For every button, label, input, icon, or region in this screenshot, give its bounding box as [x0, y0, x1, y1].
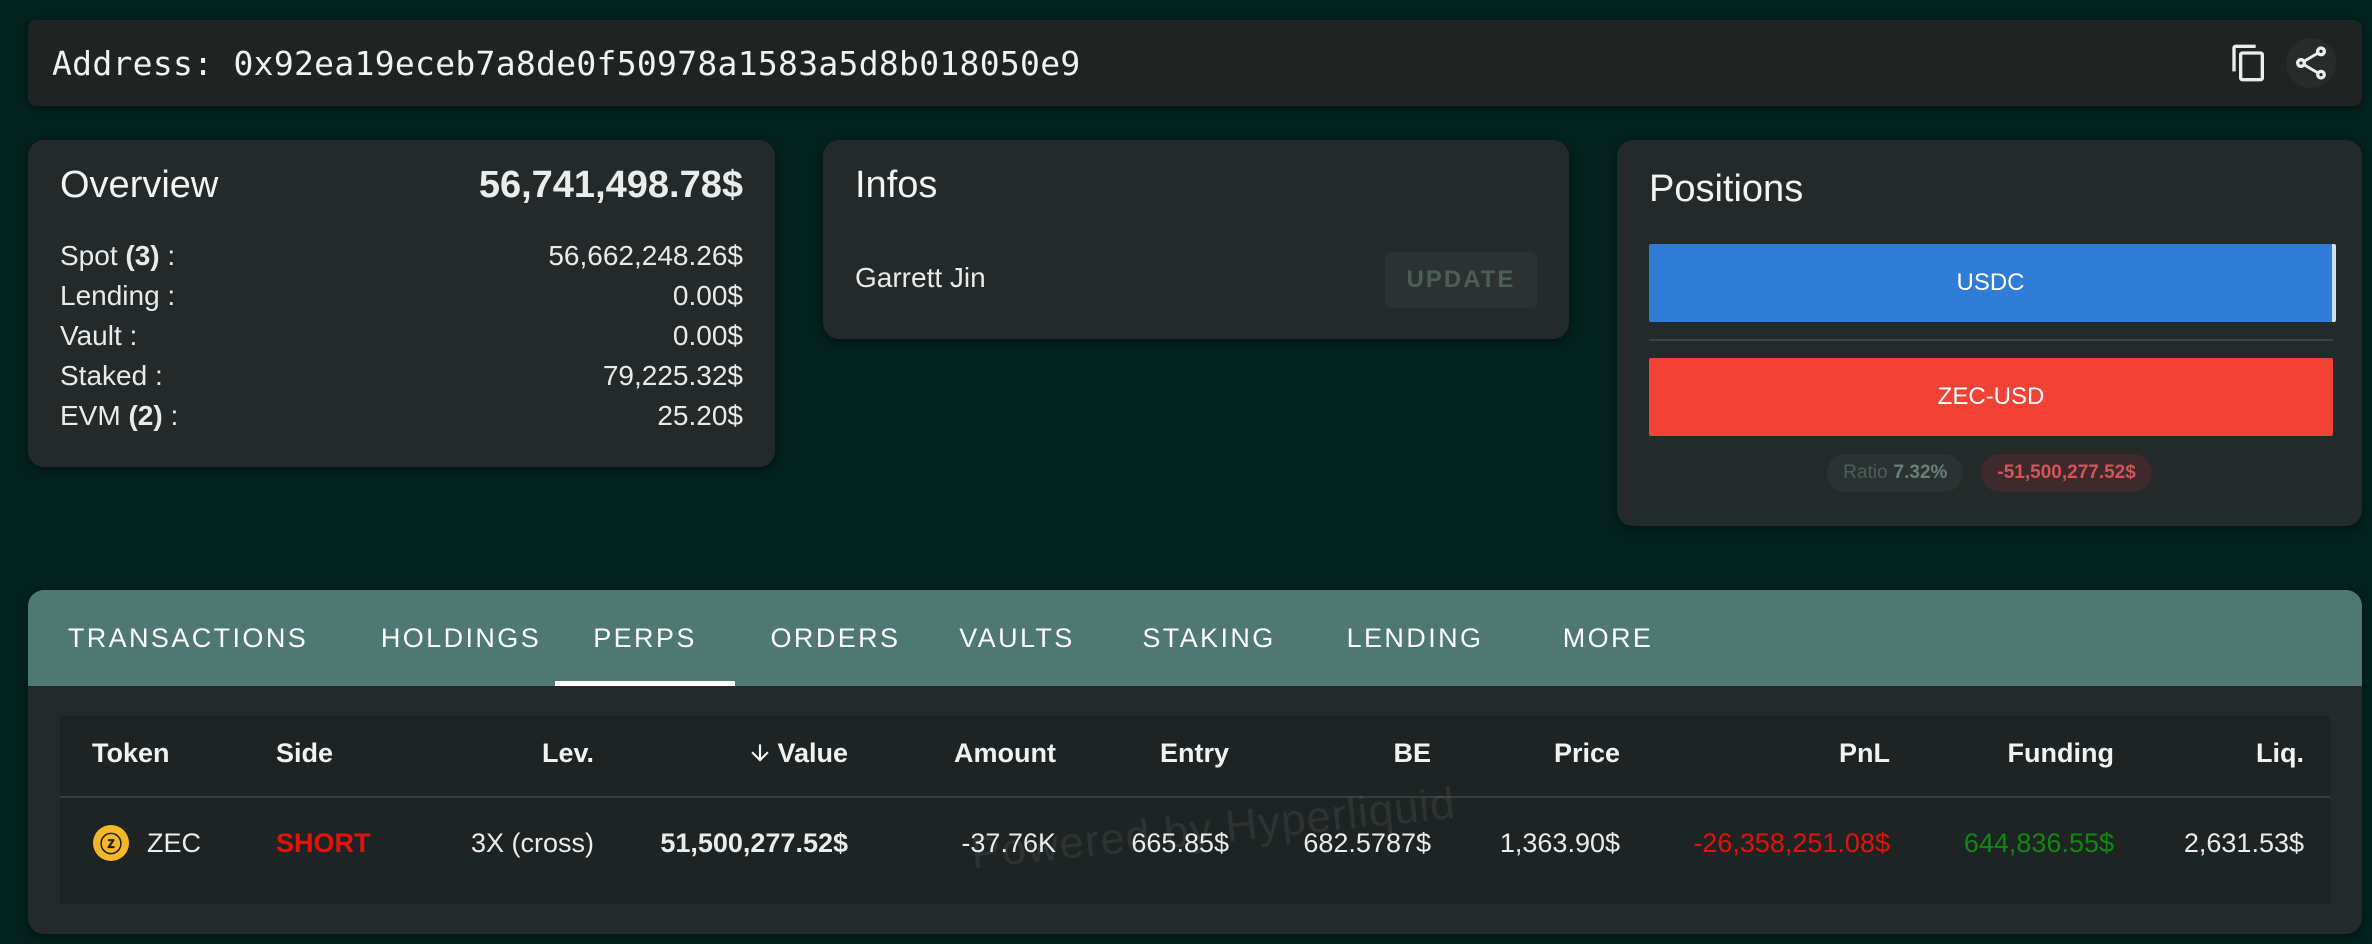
col-header-funding[interactable]: Funding	[2008, 738, 2114, 769]
ratio-value: 7.32%	[1893, 462, 1948, 483]
cell-lev: 3X (cross)	[470, 828, 594, 858]
share-icon	[2296, 46, 2326, 80]
overview-row-staked: Staked : 79,225.32$	[60, 356, 743, 396]
overview-row-vault: Vault : 0.00$	[60, 316, 743, 356]
overview-row-value: 0.00$	[672, 280, 743, 311]
col-header-amount[interactable]: Amount	[954, 738, 1056, 769]
cell-liq: 2,631.53$	[2183, 828, 2304, 858]
update-button[interactable]: UPDATE	[1385, 252, 1537, 308]
zec-logo-icon: ⓩ	[93, 825, 129, 861]
arrow-down-icon	[751, 744, 770, 762]
cell-pnl: -26,358,251.08$	[1693, 828, 1890, 858]
col-header-pnl[interactable]: PnL	[1839, 738, 1890, 769]
position-bar-usdc[interactable]: USDC	[1649, 244, 2336, 322]
positions-title: Positions	[1649, 168, 1804, 210]
ratio-label: Ratio	[1843, 462, 1888, 483]
col-header-entry[interactable]: Entry	[1160, 738, 1229, 769]
address-label: Address:	[52, 43, 214, 83]
overview-row-count: (2)	[128, 400, 163, 431]
cell-entry: 665.85$	[1131, 828, 1229, 858]
tab-more[interactable]: MORE	[1533, 590, 1683, 686]
perps-table: Token Side Lev. Value Amount Entry BE Pr…	[60, 716, 2330, 904]
position-bar-zec-usd[interactable]: ZEC-USD	[1649, 358, 2333, 436]
col-header-be[interactable]: BE	[1393, 738, 1431, 769]
overview-row-suffix: :	[159, 240, 176, 271]
col-header-token[interactable]: Token	[92, 738, 170, 769]
overview-total: 56,741,498.78$	[478, 164, 743, 206]
cell-side: SHORT	[276, 828, 371, 858]
overview-card: Overview 56,741,498.78$ Spot (3) : 56,66…	[28, 140, 775, 467]
col-header-side[interactable]: Side	[276, 738, 333, 769]
overview-row-value: 56,662,248.26$	[548, 240, 743, 271]
overview-row-label: Spot	[60, 240, 126, 271]
col-header-value[interactable]: Value	[747, 738, 848, 769]
tab-holdings[interactable]: HOLDINGS	[361, 590, 561, 686]
overview-row-count: (3)	[125, 240, 160, 271]
tab-panel: TRANSACTIONS HOLDINGS PERPS ORDERS VAULT…	[28, 590, 2362, 934]
cell-price: 1,363.90$	[1499, 828, 1620, 858]
overview-row-suffix: :	[162, 400, 179, 431]
overview-row-label: Staked :	[60, 360, 163, 391]
infos-title: Infos	[855, 164, 938, 206]
col-header-price[interactable]: Price	[1554, 738, 1620, 769]
positions-divider	[1649, 339, 2333, 341]
cell-amount: -37.76K	[961, 828, 1056, 858]
cell-funding: 644,836.55$	[1963, 828, 2114, 858]
overview-row-lending: Lending : 0.00$	[60, 276, 743, 316]
net-value-chip: -51,500,277.52$	[1981, 454, 2152, 492]
overview-row-value: 25.20$	[657, 400, 743, 431]
share-button[interactable]	[2286, 38, 2336, 88]
address-text: Address: 0x92ea19eceb7a8de0f50978a1583a5…	[28, 44, 1081, 83]
wallet-name: Garrett Jin	[855, 262, 986, 293]
infos-card: Infos Garrett Jin UPDATE	[823, 140, 1569, 339]
tab-lending[interactable]: LENDING	[1320, 590, 1510, 686]
cell-be: 682.5787$	[1303, 828, 1431, 858]
overview-row-evm: EVM (2) : 25.20$	[60, 396, 743, 436]
active-tab-indicator	[555, 681, 735, 686]
copy-icon	[2232, 44, 2264, 82]
tab-perps[interactable]: PERPS	[555, 590, 735, 686]
overview-row-label: EVM	[60, 400, 129, 431]
col-header-liq[interactable]: Liq.	[2256, 738, 2304, 769]
cell-value: 51,500,277.52$	[660, 828, 848, 858]
address-bar: Address: 0x92ea19eceb7a8de0f50978a1583a5…	[28, 20, 2362, 106]
col-header-lev[interactable]: Lev.	[542, 738, 594, 769]
cell-token: ZEC	[147, 828, 201, 858]
overview-title: Overview	[60, 164, 219, 206]
address-value: 0x92ea19eceb7a8de0f50978a1583a5d8b018050…	[233, 43, 1081, 83]
overview-row-value: 79,225.32$	[602, 360, 743, 391]
col-header-value-label: Value	[777, 738, 848, 768]
copy-button[interactable]	[2224, 38, 2274, 88]
tab-bar: TRANSACTIONS HOLDINGS PERPS ORDERS VAULT…	[28, 590, 2362, 686]
tab-vaults[interactable]: VAULTS	[936, 590, 1098, 686]
tab-orders[interactable]: ORDERS	[753, 590, 918, 686]
positions-card: Positions USDC ZEC-USD Ratio 7.32% -51,5…	[1617, 140, 2362, 526]
tab-transactions[interactable]: TRANSACTIONS	[62, 590, 314, 686]
overview-row-label: Lending :	[60, 280, 176, 311]
tab-staking[interactable]: STAKING	[1119, 590, 1299, 686]
overview-row-spot: Spot (3) : 56,662,248.26$	[60, 236, 743, 276]
ratio-chip: Ratio 7.32%	[1827, 454, 1964, 492]
overview-row-value: 0.00$	[672, 320, 743, 351]
overview-row-label: Vault :	[60, 320, 138, 351]
